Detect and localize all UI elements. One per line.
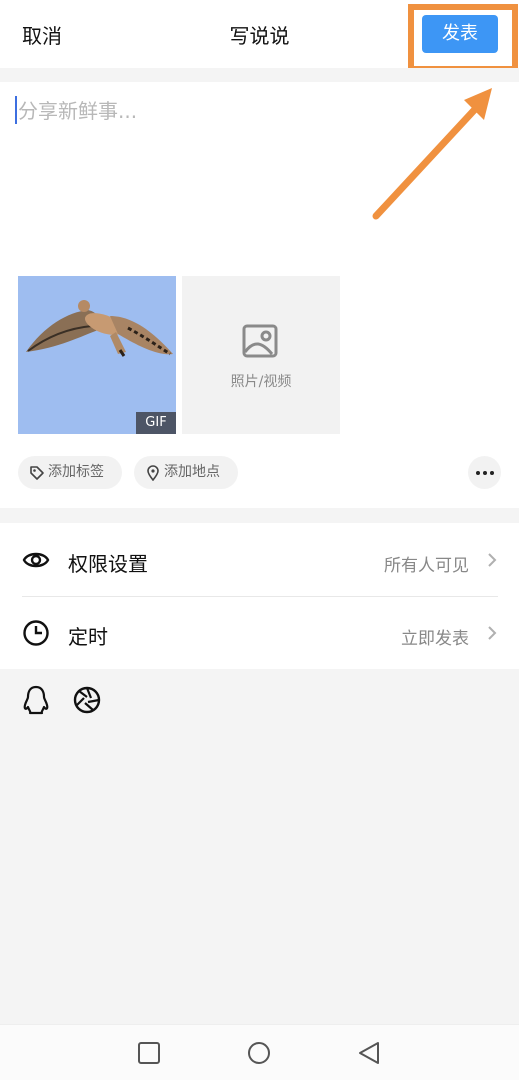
gif-badge: GIF [136, 412, 176, 434]
annotation-arrow-icon [372, 88, 492, 220]
add-tag-label: 添加标签 [48, 464, 104, 480]
add-location-label: 添加地点 [164, 464, 220, 480]
add-tag-chip[interactable]: 添加标签 [18, 456, 122, 489]
schedule-row[interactable]: 定时 立即发表 [0, 597, 519, 669]
home-icon[interactable] [247, 1041, 271, 1065]
more-dot-icon [483, 471, 487, 475]
more-dot-icon [476, 471, 480, 475]
permission-settings-row[interactable]: 权限设置 所有人可见 [0, 524, 519, 596]
location-pin-icon [147, 465, 159, 481]
publish-button[interactable]: 发表 [422, 15, 498, 53]
clock-icon [23, 620, 49, 646]
recent-apps-icon[interactable] [137, 1041, 161, 1065]
system-nav-bar [0, 1024, 519, 1080]
text-cursor [15, 96, 17, 124]
permission-value: 所有人可见 [384, 556, 469, 576]
more-dot-icon [490, 471, 494, 475]
bird-image [18, 276, 176, 434]
photo-icon [242, 324, 278, 358]
tag-icon [30, 466, 44, 480]
chevron-right-icon [488, 626, 497, 640]
permission-label: 权限设置 [68, 552, 148, 576]
section-divider [0, 508, 519, 523]
more-options-button[interactable] [468, 456, 501, 489]
gif-thumbnail[interactable]: GIF [18, 276, 176, 434]
share-targets-area [0, 669, 519, 1024]
schedule-label: 定时 [68, 625, 108, 649]
add-media-label: 照片/视频 [230, 374, 292, 390]
back-icon[interactable] [357, 1041, 381, 1065]
qq-penguin-icon[interactable] [22, 685, 50, 715]
add-location-chip[interactable]: 添加地点 [134, 456, 238, 489]
chevron-right-icon [488, 553, 497, 567]
camera-aperture-icon[interactable] [73, 685, 101, 715]
eye-icon [22, 552, 50, 568]
schedule-value: 立即发表 [401, 629, 469, 649]
add-photo-video-button[interactable]: 照片/视频 [182, 276, 340, 434]
